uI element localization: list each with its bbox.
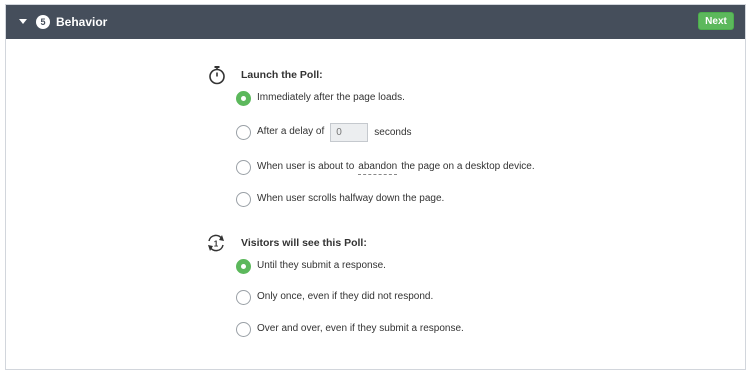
radio-button[interactable] <box>236 124 251 140</box>
radio-button[interactable] <box>236 321 251 337</box>
launch-option-delay[interactable]: After a delay of seconds <box>236 122 412 142</box>
behavior-panel: 5 Behavior Next <box>5 4 746 370</box>
step-number-badge: 5 <box>36 15 50 29</box>
visitors-option-until-submit[interactable]: Until they submit a response. <box>236 257 386 275</box>
panel-title: Behavior <box>56 15 108 29</box>
option-label-before: When user is about to <box>257 161 355 172</box>
option-label: Immediately after the page loads. <box>257 92 405 103</box>
repeat-count-text: 1 <box>214 240 219 249</box>
option-label-after: the page on a desktop device. <box>401 161 535 172</box>
visitors-option-over-and-over[interactable]: Over and over, even if they submit a res… <box>236 320 464 338</box>
radio-button[interactable] <box>236 191 251 207</box>
option-label: Until they submit a response. <box>257 260 386 271</box>
delay-seconds-input[interactable] <box>330 122 369 142</box>
launch-title: Launch the Poll: <box>241 69 323 81</box>
option-label-after: seconds <box>374 126 412 138</box>
launch-option-abandon[interactable]: When user is about to abandon the page o… <box>236 158 535 176</box>
radio-button[interactable] <box>236 90 251 106</box>
radio-button[interactable] <box>236 289 251 305</box>
option-label: Only once, even if they did not respond. <box>257 291 434 302</box>
panel-header[interactable]: 5 Behavior Next <box>6 5 745 39</box>
radio-button[interactable] <box>236 159 251 175</box>
option-label: When user scrolls halfway down the page. <box>257 193 445 204</box>
abandon-tooltip-link[interactable]: abandon <box>358 160 398 175</box>
launch-option-scroll[interactable]: When user scrolls halfway down the page. <box>236 190 444 208</box>
visitors-title: Visitors will see this Poll: <box>241 237 367 249</box>
stopwatch-icon <box>209 66 225 85</box>
option-label: Over and over, even if they submit a res… <box>257 323 464 334</box>
launch-option-immediately[interactable]: Immediately after the page loads. <box>236 89 405 107</box>
radio-button[interactable] <box>236 258 251 274</box>
option-label-before: After a delay of <box>257 126 325 137</box>
next-button[interactable]: Next <box>698 12 734 30</box>
visitors-option-only-once[interactable]: Only once, even if they did not respond. <box>236 288 433 306</box>
collapse-caret-icon[interactable] <box>19 19 27 24</box>
repeat-once-icon: 1 <box>208 234 224 252</box>
